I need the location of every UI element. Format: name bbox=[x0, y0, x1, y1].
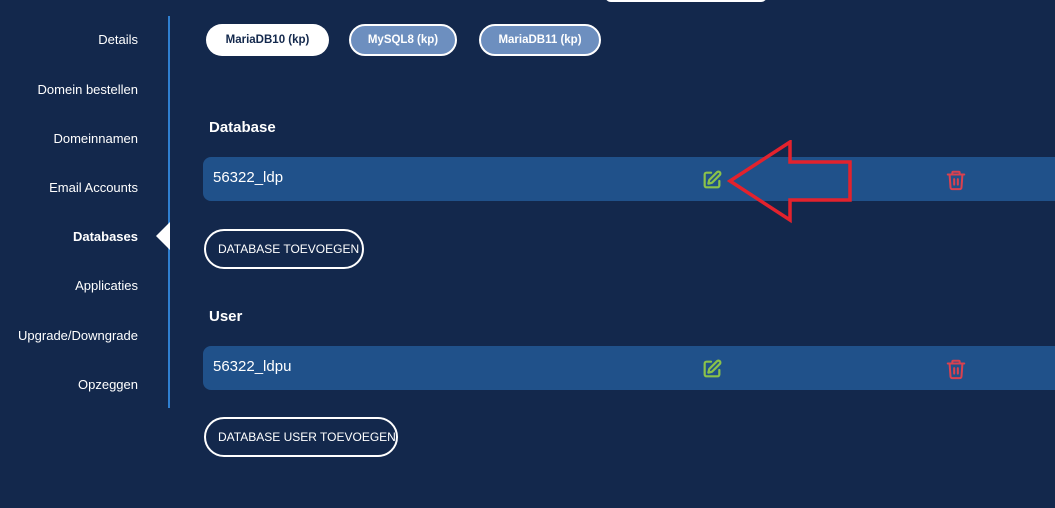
trash-icon[interactable] bbox=[945, 169, 967, 191]
tab-mariadb10[interactable]: MariaDB10 (kp) bbox=[206, 24, 329, 56]
database-row: 56322_ldp bbox=[203, 157, 1055, 201]
edit-icon[interactable] bbox=[701, 358, 723, 380]
sidebar-item-upgrade-downgrade[interactable]: Upgrade/Downgrade bbox=[18, 326, 138, 346]
user-row: 56322_ldpu bbox=[203, 346, 1055, 390]
database-name: 56322_ldp bbox=[213, 169, 284, 186]
sidebar-item-email-accounts[interactable]: Email Accounts bbox=[49, 178, 138, 198]
tab-mariadb11[interactable]: MariaDB11 (kp) bbox=[479, 24, 601, 56]
page: Details Domein bestellen Domeinnamen Ema… bbox=[0, 0, 1055, 508]
top-button-stub[interactable] bbox=[605, 0, 767, 2]
add-database-button[interactable]: DATABASE TOEVOEGEN bbox=[204, 229, 364, 269]
user-name: 56322_ldpu bbox=[213, 358, 292, 375]
sidebar-item-applicaties[interactable]: Applicaties bbox=[75, 276, 138, 296]
sidebar: Details Domein bestellen Domeinnamen Ema… bbox=[0, 16, 170, 408]
user-section-title: User bbox=[209, 308, 243, 325]
sidebar-item-databases[interactable]: Databases bbox=[73, 227, 138, 247]
tab-mysql8[interactable]: MySQL8 (kp) bbox=[349, 24, 457, 56]
sidebar-item-opzeggen[interactable]: Opzeggen bbox=[78, 375, 138, 395]
trash-icon[interactable] bbox=[945, 358, 967, 380]
database-section-title: Database bbox=[209, 119, 276, 136]
active-item-marker bbox=[156, 222, 170, 250]
add-database-user-button[interactable]: DATABASE USER TOEVOEGEN bbox=[204, 417, 398, 457]
sidebar-item-domein-bestellen[interactable]: Domein bestellen bbox=[38, 80, 138, 100]
annotation-arrow-icon bbox=[726, 140, 852, 224]
sidebar-item-domeinnamen[interactable]: Domeinnamen bbox=[53, 129, 138, 149]
edit-icon[interactable] bbox=[701, 169, 723, 191]
sidebar-item-details[interactable]: Details bbox=[98, 30, 138, 50]
